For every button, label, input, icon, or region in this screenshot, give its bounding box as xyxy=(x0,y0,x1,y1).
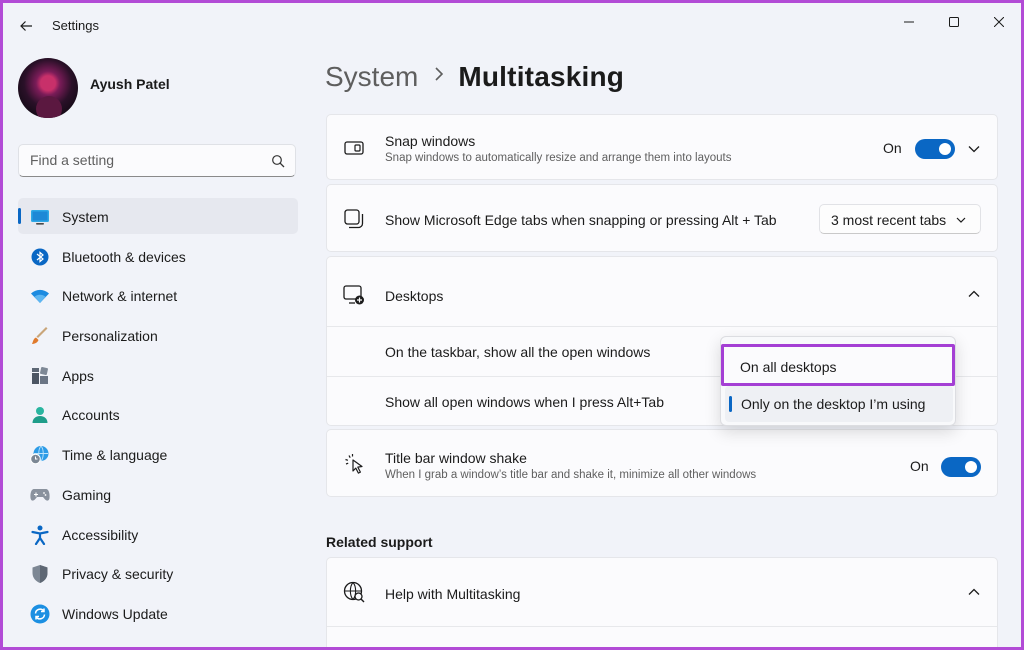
title-bar-shake-description: When I grab a window’s title bar and sha… xyxy=(385,469,757,481)
sidebar-item-privacy-security[interactable]: Privacy & security xyxy=(18,555,298,591)
edge-tabs-card: Show Microsoft Edge tabs when snapping o… xyxy=(326,184,998,252)
sidebar-item-label: Privacy & security xyxy=(62,566,174,583)
sidebar-item-time-language[interactable]: Time & language xyxy=(18,436,298,472)
breadcrumb-parent[interactable]: System xyxy=(325,61,418,93)
menu-item-label: On all desktops xyxy=(740,359,837,375)
title-bar-shake-toggle[interactable] xyxy=(941,457,981,477)
search-box[interactable] xyxy=(18,144,296,177)
edge-tabs-selected: 3 most recent tabs xyxy=(831,212,947,228)
sync-icon xyxy=(30,604,50,624)
sidebar-item-label: Windows Update xyxy=(62,605,168,622)
close-icon xyxy=(994,17,1004,27)
gamepad-icon xyxy=(30,485,50,505)
sidebar-item-accounts[interactable]: Accounts xyxy=(18,396,298,432)
snap-windows-card[interactable]: Snap windows Snap windows to automatical… xyxy=(326,114,998,180)
desktops-title: Desktops xyxy=(385,288,444,304)
menu-item-current-desktop[interactable]: Only on the desktop I’m using xyxy=(725,386,953,422)
title-bar: Settings xyxy=(3,3,1021,47)
search-icon xyxy=(272,155,285,168)
snap-layout-icon xyxy=(343,137,365,159)
brush-icon xyxy=(30,326,50,346)
person-icon xyxy=(30,405,50,425)
sidebar-item-apps[interactable]: Apps xyxy=(18,357,298,393)
cursor-shake-icon xyxy=(343,453,365,475)
breadcrumb: System Multitasking xyxy=(325,61,624,93)
sidebar-item-label: System xyxy=(62,209,109,225)
chevron-down-icon xyxy=(956,217,966,223)
settings-window: Settings Ayush Patel System Bluetooth xyxy=(3,3,1021,647)
edge-tabs-dropdown[interactable]: 3 most recent tabs xyxy=(819,204,981,234)
divider xyxy=(327,626,997,627)
minimize-icon xyxy=(904,21,914,23)
sidebar-item-label: Network & internet xyxy=(62,288,178,305)
close-button[interactable] xyxy=(982,9,1016,35)
bluetooth-icon xyxy=(30,247,50,267)
shield-icon xyxy=(30,564,50,584)
globe-clock-icon xyxy=(30,445,50,465)
chevron-right-icon xyxy=(434,65,444,88)
apps-icon xyxy=(30,366,50,386)
help-multitasking-row[interactable]: Help with Multitasking xyxy=(327,558,997,626)
sidebar-item-windows-update[interactable]: Windows Update xyxy=(18,595,298,631)
sidebar-item-label: Personalization xyxy=(62,328,158,345)
virtual-desktop-icon xyxy=(343,284,365,306)
alt-tab-windows-label: Show all open windows when I press Alt+T… xyxy=(385,394,664,410)
sidebar-item-label: Gaming xyxy=(62,486,112,503)
sidebar-item-bluetooth[interactable]: Bluetooth & devices xyxy=(18,238,298,274)
sidebar-item-system[interactable]: System xyxy=(18,198,298,234)
sidebar-nav: System Bluetooth & devices Network & int… xyxy=(18,198,298,635)
user-name: Ayush Patel xyxy=(90,76,170,92)
title-bar-shake-card: Title bar window shake When I grab a win… xyxy=(326,429,998,497)
chevron-up-icon[interactable] xyxy=(967,287,981,301)
app-title: Settings xyxy=(52,18,99,33)
avatar[interactable] xyxy=(18,58,78,118)
title-bar-shake-state: On xyxy=(910,458,929,474)
sidebar-item-label: Accounts xyxy=(62,407,120,424)
help-card: Help with Multitasking xyxy=(326,557,998,647)
sidebar-item-label: Accessibility xyxy=(62,526,139,543)
accessibility-icon xyxy=(30,525,50,545)
maximize-icon xyxy=(949,17,959,27)
help-multitasking-title: Help with Multitasking xyxy=(385,586,521,602)
monitor-icon xyxy=(30,207,50,227)
sidebar-item-gaming[interactable]: Gaming xyxy=(18,476,298,512)
snap-windows-toggle[interactable] xyxy=(915,139,955,159)
edge-tabs-icon xyxy=(343,208,365,230)
maximize-button[interactable] xyxy=(937,9,971,35)
snap-windows-description: Snap windows to automatically resize and… xyxy=(385,152,732,164)
sidebar-item-label: Apps xyxy=(62,367,94,384)
sidebar-item-personalization[interactable]: Personalization xyxy=(18,317,298,353)
sidebar-item-accessibility[interactable]: Accessibility xyxy=(18,516,298,552)
sidebar-item-label: Bluetooth & devices xyxy=(62,248,186,265)
snap-windows-state: On xyxy=(883,140,902,156)
back-arrow-icon xyxy=(20,21,32,31)
related-support-heading: Related support xyxy=(326,534,433,550)
menu-item-label: Only on the desktop I’m using xyxy=(741,396,926,412)
wifi-icon xyxy=(30,286,50,306)
menu-item-all-desktops[interactable]: On all desktops xyxy=(721,344,955,386)
globe-search-icon xyxy=(343,581,365,603)
sidebar-item-network[interactable]: Network & internet xyxy=(18,277,298,313)
taskbar-windows-label: On the taskbar, show all the open window… xyxy=(385,344,651,360)
search-input[interactable] xyxy=(30,152,260,168)
minimize-button[interactable] xyxy=(892,9,926,35)
page-title: Multitasking xyxy=(458,61,625,92)
snap-windows-title: Snap windows xyxy=(385,133,476,149)
chevron-up-icon[interactable] xyxy=(967,585,981,599)
chevron-down-icon[interactable] xyxy=(967,142,981,156)
back-button[interactable] xyxy=(15,15,37,37)
sidebar-item-label: Time & language xyxy=(62,447,168,464)
title-bar-shake-title: Title bar window shake xyxy=(385,450,527,466)
edge-tabs-title: Show Microsoft Edge tabs when snapping o… xyxy=(385,212,777,228)
